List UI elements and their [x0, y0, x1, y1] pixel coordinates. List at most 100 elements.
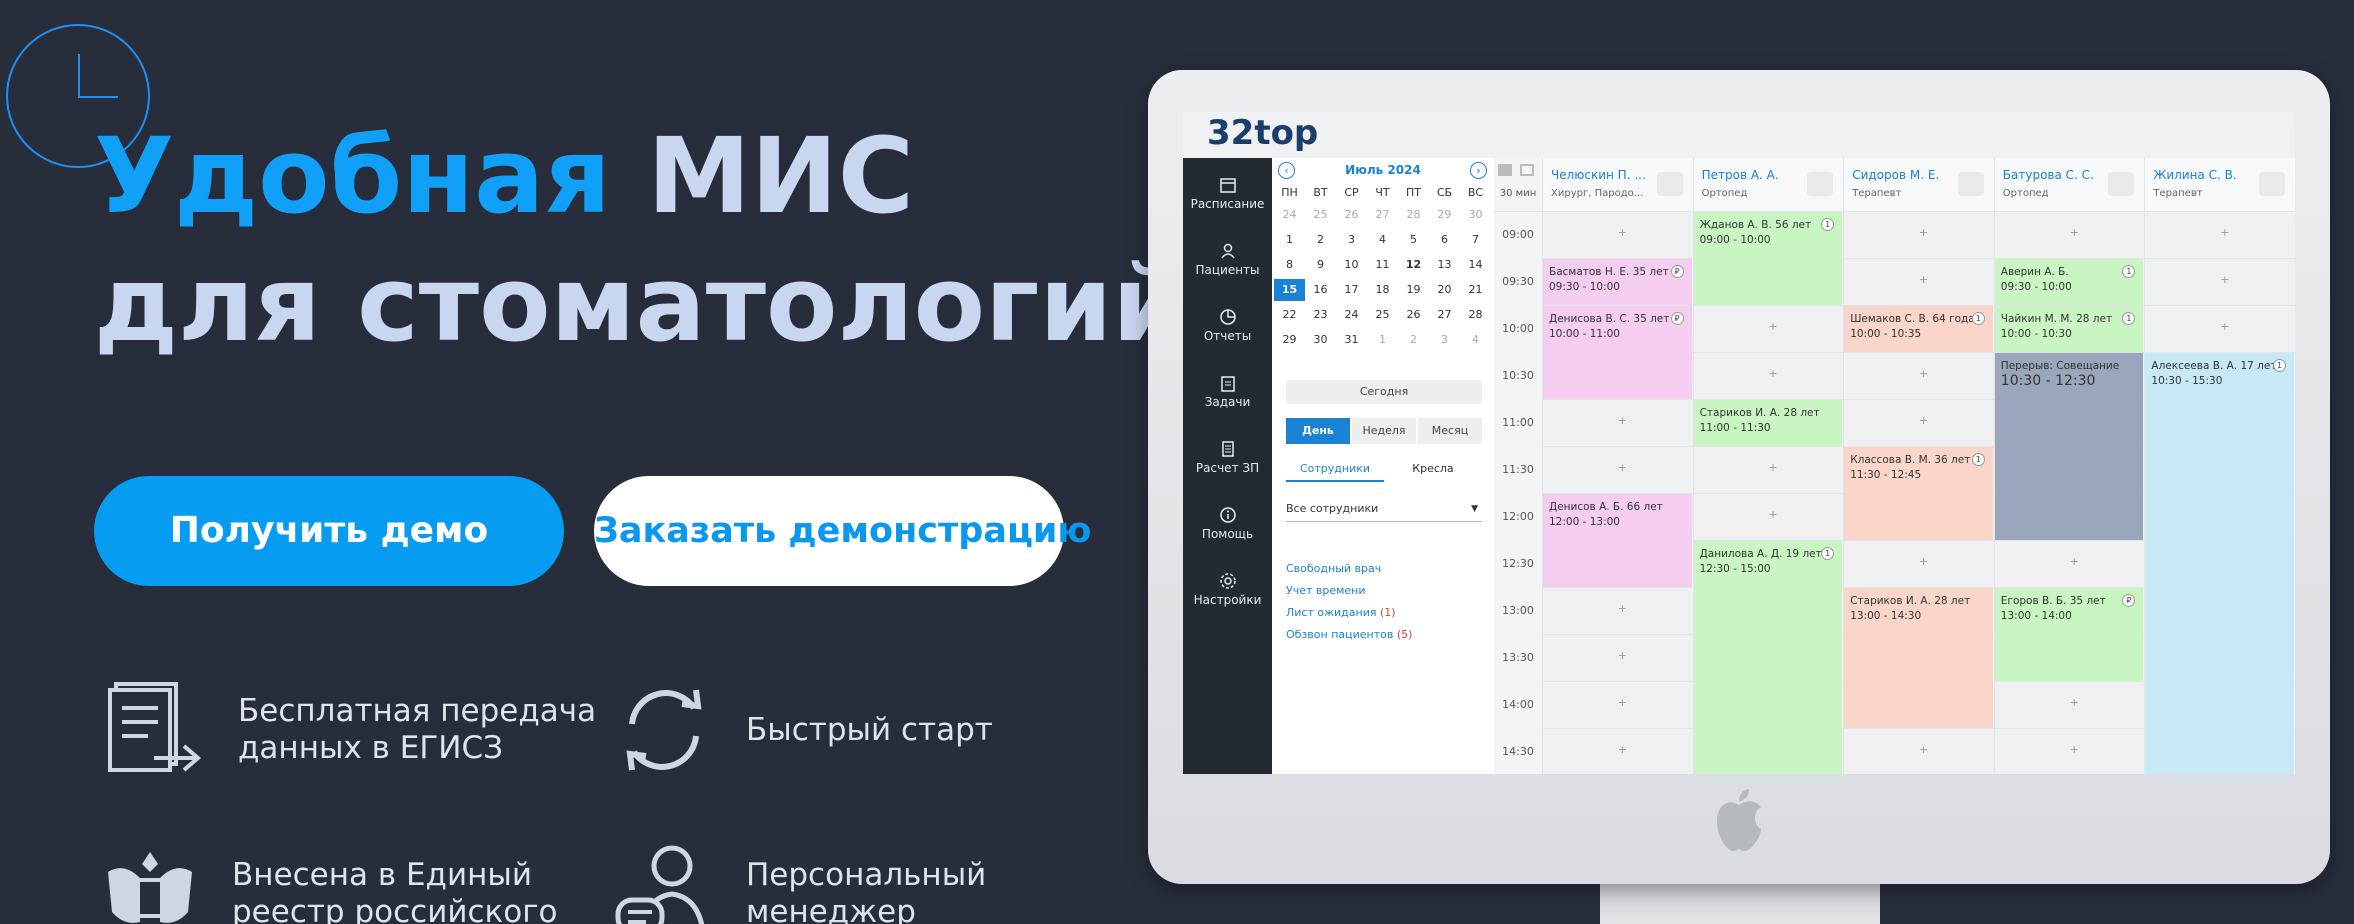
tab-employees[interactable]: Сотрудники	[1286, 456, 1384, 482]
time-cell[interactable]	[1844, 729, 1994, 774]
calendar-day[interactable]: 25	[1305, 204, 1336, 226]
calendar-day[interactable]: 19	[1398, 279, 1429, 301]
calendar-day[interactable]: 3	[1429, 329, 1460, 351]
calendar-day[interactable]: 3	[1336, 229, 1367, 251]
time-cell[interactable]	[1693, 447, 1844, 494]
time-cell[interactable]	[1693, 306, 1844, 353]
time-cell[interactable]	[1693, 494, 1844, 541]
time-cell[interactable]	[2145, 306, 2295, 353]
appointment-card[interactable]: Алексеева В. А. 17 лет 10:30 - 15:30 1	[2145, 353, 2294, 774]
doctor-header[interactable]: Сидоров М. Е. Терапевт	[1844, 158, 1994, 212]
tab-chairs[interactable]: Кресла	[1384, 456, 1482, 482]
layout-icon[interactable]	[1520, 164, 1534, 176]
time-cell[interactable]	[1543, 729, 1693, 774]
calendar-day[interactable]: 9	[1305, 254, 1336, 276]
calendar-day[interactable]: 6	[1429, 229, 1460, 251]
link-time-tracking[interactable]: Учет времени	[1286, 584, 1366, 597]
time-cell[interactable]	[1994, 682, 2145, 729]
calendar-day[interactable]: 2	[1305, 229, 1336, 251]
doctor-header[interactable]: Челюскин П. ... Хирург, Пародо...	[1543, 158, 1693, 212]
calendar-day[interactable]: 4	[1367, 229, 1398, 251]
calendar-day[interactable]: 8	[1274, 254, 1305, 276]
time-cell[interactable]	[1543, 400, 1693, 447]
link-free-doctor[interactable]: Свободный врач	[1286, 562, 1381, 575]
time-cell[interactable]	[2145, 259, 2295, 306]
calendar-day[interactable]: 24	[1336, 304, 1367, 326]
calendar-day[interactable]: 12	[1398, 254, 1429, 276]
view-month-button[interactable]: Месяц	[1418, 418, 1482, 444]
view-day-button[interactable]: День	[1286, 418, 1350, 444]
time-cell[interactable]	[1693, 353, 1844, 400]
calendar-day[interactable]: 2	[1398, 329, 1429, 351]
calendar-day[interactable]: 24	[1274, 204, 1305, 226]
order-demo-button[interactable]: Заказать демонстрацию	[594, 476, 1091, 586]
calendar-day[interactable]: 15	[1274, 279, 1305, 301]
time-cell[interactable]	[1994, 212, 2145, 259]
time-cell[interactable]	[1844, 353, 1994, 400]
time-cell[interactable]	[1543, 447, 1693, 494]
appointment-card[interactable]: Егоров В. Б. 35 лет 13:00 - 14:00 ₽	[1994, 588, 2144, 681]
calendar-day[interactable]: 7	[1460, 229, 1491, 251]
appointment-card[interactable]: Классова В. М. 36 лет 11:30 - 12:45 1	[1844, 447, 1993, 540]
calendar-day[interactable]: 5	[1398, 229, 1429, 251]
appointment-card[interactable]: Перерыв: Совещание 10:30 - 12:30	[1994, 353, 2144, 540]
print-icon[interactable]	[1957, 172, 1984, 196]
calendar-day[interactable]: 28	[1398, 204, 1429, 226]
time-cell[interactable]	[1543, 212, 1693, 259]
time-cell[interactable]	[2145, 212, 2295, 259]
interval-label[interactable]: 30 мин	[1494, 188, 1542, 199]
calendar-day[interactable]: 1	[1367, 329, 1398, 351]
calendar-day[interactable]: 4	[1460, 329, 1491, 351]
calendar-day[interactable]: 18	[1367, 279, 1398, 301]
today-button[interactable]: Сегодня	[1286, 380, 1482, 404]
time-cell[interactable]	[1844, 541, 1994, 588]
doctor-header[interactable]: Петров А. А. Ортопед	[1693, 158, 1844, 212]
calendar-day[interactable]: 20	[1429, 279, 1460, 301]
link-patient-calls[interactable]: Обзвон пациентов (5)	[1286, 628, 1412, 641]
time-cell[interactable]	[1844, 212, 1994, 259]
time-cell[interactable]	[1543, 682, 1693, 729]
appointment-card[interactable]: Басматов Н. Е. 35 лет 09:30 - 10:00 ₽	[1543, 259, 1692, 305]
calendar-day[interactable]: 30	[1305, 329, 1336, 351]
get-demo-button[interactable]: Получить демо	[94, 476, 564, 586]
calendar-day[interactable]: 17	[1336, 279, 1367, 301]
sidebar-item-settings[interactable]: Настройки	[1183, 572, 1272, 607]
calendar-day[interactable]: 29	[1274, 329, 1305, 351]
calendar-day[interactable]: 10	[1336, 254, 1367, 276]
calendar-day[interactable]: 21	[1460, 279, 1491, 301]
sidebar-item-salary[interactable]: Расчет ЗП	[1183, 440, 1272, 475]
time-cell[interactable]	[1994, 729, 2145, 774]
sidebar-item-schedule[interactable]: Расписание	[1183, 176, 1272, 211]
calendar-day[interactable]: 23	[1305, 304, 1336, 326]
calendar-day[interactable]: 27	[1367, 204, 1398, 226]
calendar-day[interactable]: 26	[1336, 204, 1367, 226]
calendar-day[interactable]: 27	[1429, 304, 1460, 326]
view-week-button[interactable]: Неделя	[1352, 418, 1416, 444]
calendar-day[interactable]: 16	[1305, 279, 1336, 301]
print-icon[interactable]	[1498, 164, 1512, 176]
print-icon[interactable]	[1656, 172, 1683, 196]
next-month-icon[interactable]: ›	[1470, 162, 1487, 179]
time-cell[interactable]	[1543, 588, 1693, 635]
time-cell[interactable]	[1543, 635, 1693, 682]
appointment-card[interactable]: Чайкин М. М. 28 лет 10:00 - 10:30 1	[1994, 306, 2144, 352]
appointment-card[interactable]: Денисов А. Б. 66 лет 12:00 - 13:00	[1543, 494, 1692, 587]
time-cell[interactable]	[1844, 259, 1994, 306]
calendar-day[interactable]: 29	[1429, 204, 1460, 226]
calendar-day[interactable]: 11	[1367, 254, 1398, 276]
calendar-day[interactable]: 26	[1398, 304, 1429, 326]
employee-select[interactable]: Все сотрудники ▼	[1286, 496, 1482, 522]
calendar-day[interactable]: 25	[1367, 304, 1398, 326]
sidebar-item-help[interactable]: Помощь	[1183, 506, 1272, 541]
print-icon[interactable]	[2258, 172, 2285, 196]
time-cell[interactable]	[1844, 400, 1994, 447]
print-icon[interactable]	[2108, 172, 2135, 196]
sidebar-item-tasks[interactable]: Задачи	[1183, 374, 1272, 409]
print-icon[interactable]	[1807, 172, 1834, 196]
appointment-card[interactable]: Денисова В. С. 35 лет 10:00 - 11:00 ₽	[1543, 306, 1692, 399]
appointment-card[interactable]: Данилова А. Д. 19 лет 12:30 - 15:00 1	[1693, 541, 1843, 774]
sidebar-item-patients[interactable]: Пациенты	[1183, 242, 1272, 277]
calendar-day[interactable]: 30	[1460, 204, 1491, 226]
calendar-day[interactable]: 31	[1336, 329, 1367, 351]
calendar-day[interactable]: 22	[1274, 304, 1305, 326]
